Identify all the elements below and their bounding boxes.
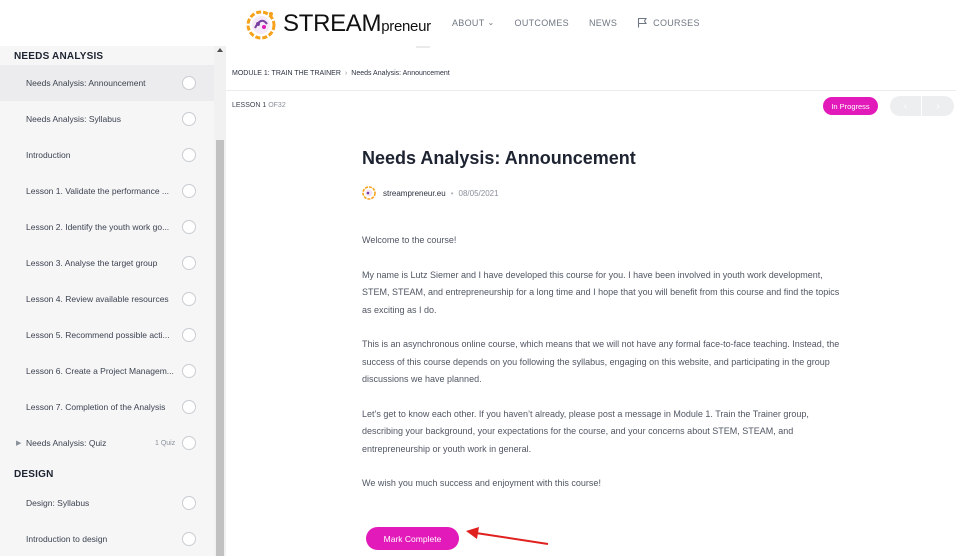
completion-circle-icon[interactable] bbox=[182, 184, 196, 198]
flag-icon bbox=[638, 17, 648, 28]
completion-circle-icon[interactable] bbox=[182, 496, 196, 510]
sidebar-item-label: Introduction to design bbox=[26, 534, 108, 544]
completion-circle-icon[interactable] bbox=[182, 532, 196, 546]
divider bbox=[226, 90, 956, 91]
breadcrumb-current: Needs Analysis: Announcement bbox=[351, 70, 450, 77]
sidebar-item-label: Lesson 1. Validate the performance ... bbox=[26, 186, 170, 196]
completion-circle-icon[interactable] bbox=[182, 256, 196, 270]
sidebar-item-label: Lesson 3. Analyse the target group bbox=[26, 258, 158, 268]
completion-circle-icon[interactable] bbox=[182, 292, 196, 306]
sidebar-item-design-syllabus[interactable]: Design: Syllabus bbox=[0, 485, 214, 521]
sidebar-item-label: Introduction bbox=[26, 150, 71, 160]
author-avatar-icon bbox=[362, 186, 376, 200]
section-title-design: DESIGN bbox=[14, 469, 54, 480]
sidebar-item-quiz[interactable]: ▶ Needs Analysis: Quiz 1 Quiz bbox=[0, 425, 214, 461]
completion-circle-icon[interactable] bbox=[182, 76, 196, 90]
chevron-down-icon: ⌄ bbox=[487, 18, 495, 27]
breadcrumb-module[interactable]: MODULE 1: TRAIN THE TRAINER bbox=[232, 70, 341, 77]
next-lesson-button[interactable]: › bbox=[922, 96, 954, 116]
sidebar-item-lesson-6[interactable]: Lesson 6. Create a Project Managem... bbox=[0, 353, 214, 389]
completion-circle-icon[interactable] bbox=[182, 148, 196, 162]
nav-about-label: ABOUT bbox=[452, 17, 485, 28]
scrollbar-thumb[interactable] bbox=[216, 140, 224, 556]
nav-outcomes[interactable]: OUTCOMES bbox=[515, 18, 569, 28]
main-nav: ABOUT ⌄ OUTCOMES NEWS COURSES bbox=[452, 17, 720, 28]
nav-outcomes-label: OUTCOMES bbox=[514, 17, 569, 28]
status-badge: In Progress bbox=[823, 97, 878, 115]
lesson-body: Welcome to the course! My name is Lutz S… bbox=[362, 232, 840, 510]
breadcrumb-separator-icon: › bbox=[344, 70, 348, 77]
top-header: STREAMpreneur ABOUT ⌄ OUTCOMES NEWS COUR… bbox=[0, 0, 956, 46]
course-sidebar: NEEDS ANALYSIS Needs Analysis: Announcem… bbox=[0, 46, 226, 556]
nav-courses[interactable]: COURSES bbox=[637, 17, 700, 28]
page-title: Needs Analysis: Announcement bbox=[362, 148, 636, 168]
lesson-counter-total: OF32 bbox=[268, 102, 286, 109]
post-date: 08/05/2021 bbox=[458, 188, 499, 198]
sidebar-item-lesson-4[interactable]: Lesson 4. Review available resources bbox=[0, 281, 214, 317]
logo-icon bbox=[246, 10, 276, 40]
paragraph: My name is Lutz Siemer and I have develo… bbox=[362, 269, 840, 315]
paragraph: This is an asynchronous online course, w… bbox=[362, 339, 840, 384]
sidebar-item-lesson-3[interactable]: Lesson 3. Analyse the target group bbox=[0, 245, 214, 281]
sidebar-item-label: Needs Analysis: Quiz bbox=[26, 438, 107, 448]
sidebar-item-label: Lesson 5. Recommend possible acti... bbox=[26, 330, 170, 340]
sidebar-item-label: Lesson 2. Identify the youth work go... bbox=[26, 222, 170, 232]
meta-separator: • bbox=[450, 188, 454, 198]
paragraph: Welcome to the course! bbox=[362, 235, 457, 245]
annotation-arrow-icon bbox=[466, 527, 549, 545]
course-outline: NEEDS ANALYSIS Needs Analysis: Announcem… bbox=[0, 46, 214, 556]
section-title-needs-analysis: NEEDS ANALYSIS bbox=[14, 51, 104, 62]
sidebar-item-lesson-5[interactable]: Lesson 5. Recommend possible acti... bbox=[0, 317, 214, 353]
completion-circle-icon[interactable] bbox=[182, 220, 196, 234]
author-name[interactable]: streampreneur.eu bbox=[383, 189, 446, 198]
site-logo[interactable]: STREAMpreneur bbox=[243, 6, 431, 42]
completion-circle-icon[interactable] bbox=[182, 328, 196, 342]
completion-circle-icon[interactable] bbox=[182, 400, 196, 414]
expand-arrow-icon[interactable]: ▶ bbox=[16, 439, 21, 447]
paragraph: We wish you much success and enjoyment w… bbox=[362, 478, 601, 488]
lesson-counter: LESSON 1 OF32 bbox=[232, 102, 286, 109]
sidebar-item-lesson-2[interactable]: Lesson 2. Identify the youth work go... bbox=[0, 209, 214, 245]
sidebar-item-label: Lesson 4. Review available resources bbox=[26, 294, 169, 304]
quiz-count: 1 Quiz bbox=[155, 439, 176, 447]
nav-news-label: NEWS bbox=[588, 17, 618, 28]
paragraph: Let’s get to know each other. If you hav… bbox=[362, 408, 809, 454]
completion-circle-icon[interactable] bbox=[182, 436, 196, 450]
prev-lesson-button[interactable]: ‹ bbox=[890, 96, 922, 116]
sidebar-item-label: Lesson 7. Completion of the Analysis bbox=[26, 402, 166, 412]
completion-circle-icon[interactable] bbox=[182, 112, 196, 126]
sidebar-item-lesson-7[interactable]: Lesson 7. Completion of the Analysis bbox=[0, 389, 214, 425]
sidebar-item-announcement[interactable]: Needs Analysis: Announcement bbox=[0, 65, 214, 101]
lesson-content: MODULE 1: TRAIN THE TRAINER › Needs Anal… bbox=[226, 46, 956, 556]
sidebar-item-label: Needs Analysis: Announcement bbox=[26, 78, 146, 88]
sidebar-item-syllabus[interactable]: Needs Analysis: Syllabus bbox=[0, 101, 214, 137]
sidebar-item-label: Design: Syllabus bbox=[26, 498, 90, 508]
nav-courses-label: COURSES bbox=[653, 17, 700, 28]
sidebar-item-introduction[interactable]: Introduction bbox=[0, 137, 214, 173]
sidebar-item-lesson-1[interactable]: Lesson 1. Validate the performance ... bbox=[0, 173, 214, 209]
nav-news[interactable]: NEWS bbox=[589, 18, 617, 28]
sidebar-scrollbar[interactable] bbox=[214, 46, 226, 556]
mark-complete-button[interactable]: Mark Complete bbox=[366, 527, 459, 550]
header-shadow bbox=[416, 46, 430, 48]
scroll-up-icon[interactable] bbox=[217, 48, 223, 52]
nav-about[interactable]: ABOUT ⌄ bbox=[452, 18, 495, 28]
lesson-pager: ‹ › bbox=[890, 96, 954, 116]
lesson-counter-current: LESSON 1 bbox=[232, 102, 267, 109]
sidebar-item-label: Lesson 6. Create a Project Managem... bbox=[26, 366, 174, 376]
brand-name: STREAMpreneur bbox=[283, 10, 431, 37]
completion-circle-icon[interactable] bbox=[182, 364, 196, 378]
sidebar-item-intro-design[interactable]: Introduction to design bbox=[0, 521, 214, 556]
sidebar-item-label: Needs Analysis: Syllabus bbox=[26, 114, 121, 124]
post-meta: streampreneur.eu • 08/05/2021 bbox=[362, 186, 499, 200]
breadcrumb: MODULE 1: TRAIN THE TRAINER › Needs Anal… bbox=[232, 70, 450, 77]
